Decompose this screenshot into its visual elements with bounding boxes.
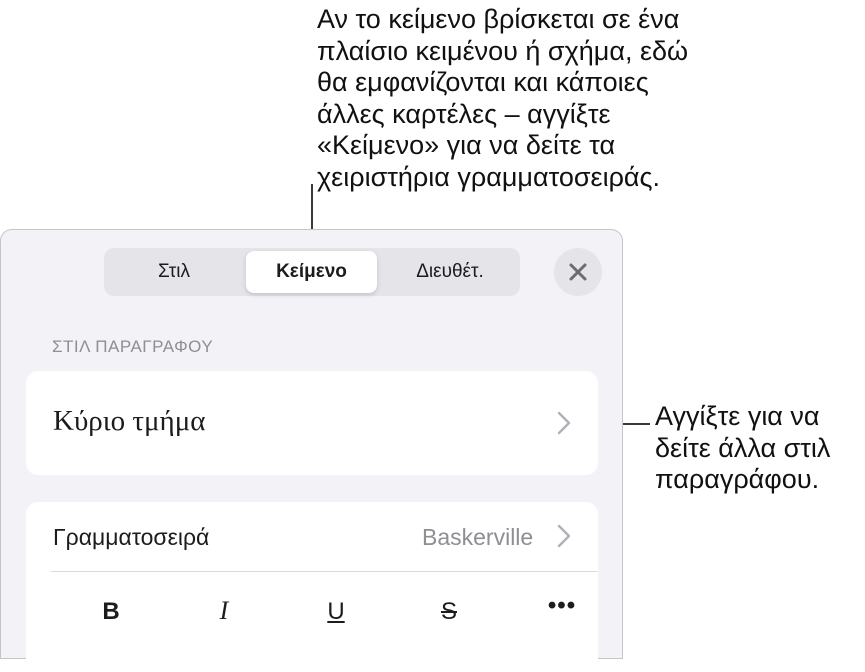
underline-button[interactable]: U <box>306 598 366 626</box>
close-icon <box>569 263 587 281</box>
format-panel: Στιλ Κείμενο Διευθέτ. ΣΤΙΛ ΠΑΡΑΓΡΑΦΟΥ Κύ… <box>0 229 623 672</box>
more-options-button[interactable]: ••• <box>532 592 592 620</box>
paragraph-style-name: Κύριο τμήμα <box>53 405 206 437</box>
font-card: Γραμματοσειρά Baskerville B I U S ••• <box>26 502 598 672</box>
font-label: Γραμματοσειρά <box>53 524 210 550</box>
font-value: Baskerville <box>422 524 534 550</box>
tab-arrange[interactable]: Διευθέτ. <box>384 251 516 293</box>
paragraph-style-row[interactable]: Κύριο τμήμα <box>26 371 598 475</box>
callout-top-text: Αν το κείμενο βρίσκεται σε ένα πλαίσιο κ… <box>317 4 689 192</box>
italic-button[interactable]: I <box>194 596 254 626</box>
chevron-right-icon <box>557 524 571 548</box>
chevron-right-icon <box>557 411 571 435</box>
tab-text[interactable]: Κείμενο <box>246 251 377 293</box>
callout-right-text: Αγγίξτε για να δείτε άλλα στιλ παραγράφο… <box>655 401 831 494</box>
tab-style[interactable]: Στιλ <box>108 251 240 293</box>
close-button[interactable] <box>554 248 602 296</box>
strikethrough-button[interactable]: S <box>419 598 479 626</box>
font-row[interactable]: Γραμματοσειρά Baskerville <box>26 502 598 571</box>
bold-button[interactable]: B <box>81 598 141 626</box>
divider <box>51 571 598 572</box>
section-label-paragraph-style: ΣΤΙΛ ΠΑΡΑΓΡΑΦΟΥ <box>52 337 214 356</box>
tab-segmented-control: Στιλ Κείμενο Διευθέτ. <box>104 248 520 296</box>
